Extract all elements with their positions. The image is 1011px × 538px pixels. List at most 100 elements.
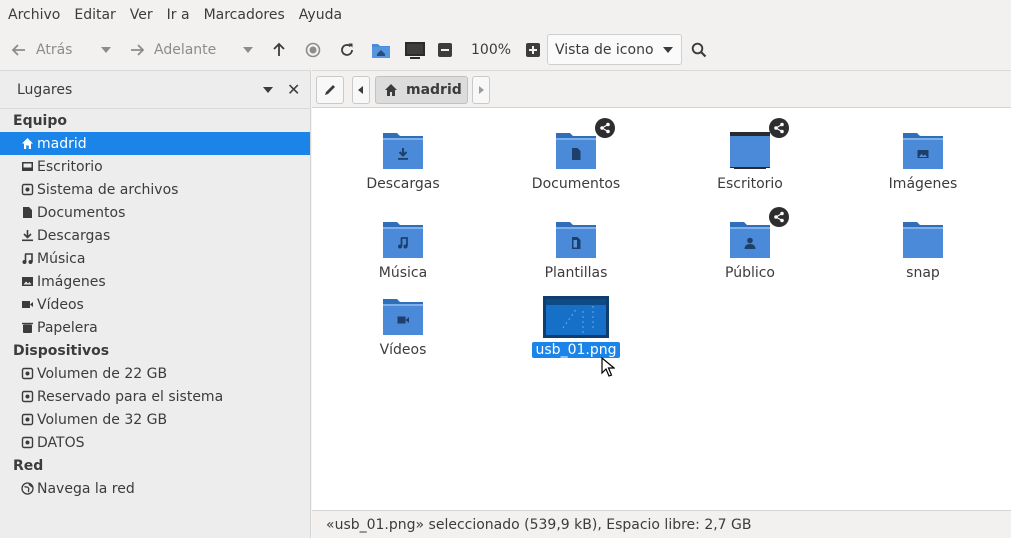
- sidebar-item-label: Imágenes: [37, 273, 106, 290]
- menu-archivo[interactable]: Archivo: [8, 7, 60, 23]
- path-right-button[interactable]: [472, 76, 490, 104]
- view-mode-select[interactable]: Vista de icono: [547, 34, 682, 65]
- mouse-cursor-icon: [601, 357, 615, 377]
- path-bar: madrid: [312, 70, 1011, 108]
- sidebar-item[interactable]: Vídeos: [0, 293, 310, 316]
- file-item[interactable]: Vídeos: [338, 298, 468, 358]
- sidebar-item[interactable]: DATOS: [0, 431, 310, 454]
- folder-icon: [383, 133, 423, 169]
- file-label: Vídeos: [379, 342, 427, 358]
- file-icon: [383, 221, 423, 261]
- status-text: «usb_01.png» seleccionado (539,9 kB), Es…: [326, 516, 752, 533]
- sidebar-menu-icon[interactable]: [263, 87, 273, 93]
- reload-icon: [341, 43, 353, 56]
- home-icon: [385, 84, 397, 96]
- file-icon: [903, 221, 943, 261]
- reload-button[interactable]: [338, 34, 356, 66]
- menu-ver[interactable]: Ver: [130, 7, 153, 23]
- sidebar-item[interactable]: Escritorio: [0, 155, 310, 178]
- stop-button[interactable]: [304, 34, 322, 66]
- forward-history-button[interactable]: [242, 34, 254, 66]
- menu-ir-a[interactable]: Ir a: [167, 7, 190, 23]
- path-left-button[interactable]: [352, 76, 370, 104]
- file-label: Música: [378, 265, 428, 281]
- file-item[interactable]: Público: [685, 221, 815, 281]
- file-item[interactable]: Plantillas: [511, 221, 641, 281]
- folder-icon: [383, 299, 423, 335]
- zoom-in-button[interactable]: [525, 34, 541, 66]
- chevron-down-icon: [663, 47, 673, 53]
- video-icon: [21, 298, 34, 311]
- sidebar-item-label: Música: [37, 250, 86, 267]
- menu-marcadores[interactable]: Marcadores: [204, 7, 285, 23]
- file-label: Plantillas: [544, 265, 608, 281]
- drive-icon: [21, 367, 34, 380]
- sidebar-item[interactable]: Reservado para el sistema: [0, 385, 310, 408]
- sidebar: Lugares ✕ Equipo madrid Escritorio Sistema …: [0, 70, 311, 538]
- terminal-button[interactable]: [404, 34, 426, 66]
- file-item[interactable]: usb_01.png: [511, 296, 641, 358]
- file-label: Documentos: [531, 176, 621, 192]
- up-button[interactable]: [270, 34, 288, 66]
- sidebar-item[interactable]: Imágenes: [0, 270, 310, 293]
- minus-icon: [438, 43, 452, 57]
- file-item[interactable]: Escritorio: [685, 132, 815, 192]
- plus-icon: [526, 43, 540, 57]
- file-item[interactable]: snap: [858, 221, 988, 281]
- breadcrumb-home[interactable]: madrid: [375, 76, 468, 104]
- share-icon: [600, 122, 610, 134]
- file-label: Imágenes: [888, 176, 958, 192]
- sidebar-item-label: Sistema de archivos: [37, 181, 179, 198]
- sidebar-item-label: Descargas: [37, 227, 111, 244]
- chevron-right-icon: [479, 86, 484, 94]
- file-icon: [730, 221, 770, 261]
- sidebar-item-label: Documentos: [37, 204, 126, 221]
- sidebar-item[interactable]: Sistema de archivos: [0, 178, 310, 201]
- home-button[interactable]: [370, 34, 392, 66]
- chevron-down-icon: [243, 47, 253, 53]
- shared-emblem: [595, 118, 615, 138]
- back-button[interactable]: Atrás: [10, 34, 72, 66]
- sidebar-title: Lugares: [17, 81, 73, 98]
- sidebar-item[interactable]: Música: [0, 247, 310, 270]
- chevron-left-icon: [358, 86, 363, 94]
- file-item[interactable]: Música: [338, 221, 468, 281]
- sidebar-item[interactable]: Descargas: [0, 224, 310, 247]
- sidebar-item[interactable]: madrid: [0, 132, 310, 155]
- sidebar-item-label: Reservado para el sistema: [37, 388, 224, 405]
- menu-ayuda[interactable]: Ayuda: [299, 7, 342, 23]
- shared-emblem: [769, 118, 789, 138]
- file-icon: [730, 132, 770, 172]
- forward-button[interactable]: Adelante: [128, 34, 216, 66]
- sidebar-item-label: Papelera: [37, 319, 98, 336]
- file-item[interactable]: Documentos: [511, 132, 641, 192]
- file-item[interactable]: Imágenes: [858, 132, 988, 192]
- file-icon: [556, 132, 596, 172]
- sidebar-item-label: Volumen de 32 GB: [37, 411, 168, 428]
- sidebar-item-label: Volumen de 22 GB: [37, 365, 168, 382]
- file-label: snap: [906, 265, 940, 281]
- sidebar-item[interactable]: Documentos: [0, 201, 310, 224]
- close-icon[interactable]: ✕: [287, 80, 300, 99]
- file-icon: [903, 132, 943, 172]
- network-icon: [21, 482, 34, 495]
- file-item[interactable]: Descargas: [338, 132, 468, 192]
- back-history-button[interactable]: [100, 34, 112, 66]
- file-label: usb_01.png: [531, 342, 621, 358]
- menu-editar[interactable]: Editar: [74, 7, 115, 23]
- stop-icon: [305, 42, 321, 58]
- sidebar-item[interactable]: Volumen de 22 GB: [0, 362, 310, 385]
- file-label: Público: [725, 265, 775, 281]
- search-button[interactable]: [690, 34, 708, 66]
- sidebar-item[interactable]: Papelera: [0, 316, 310, 339]
- sidebar-item[interactable]: Navega la red: [0, 477, 310, 500]
- chevron-down-icon: [101, 47, 111, 53]
- music-icon: [21, 252, 34, 265]
- sidebar-item-label: Escritorio: [37, 158, 103, 175]
- sidebar-item[interactable]: Volumen de 32 GB: [0, 408, 310, 431]
- zoom-out-button[interactable]: [437, 34, 453, 66]
- edit-location-button[interactable]: [316, 76, 344, 104]
- folder-icon: [383, 222, 423, 258]
- share-icon: [774, 211, 784, 223]
- file-icon: [383, 298, 423, 338]
